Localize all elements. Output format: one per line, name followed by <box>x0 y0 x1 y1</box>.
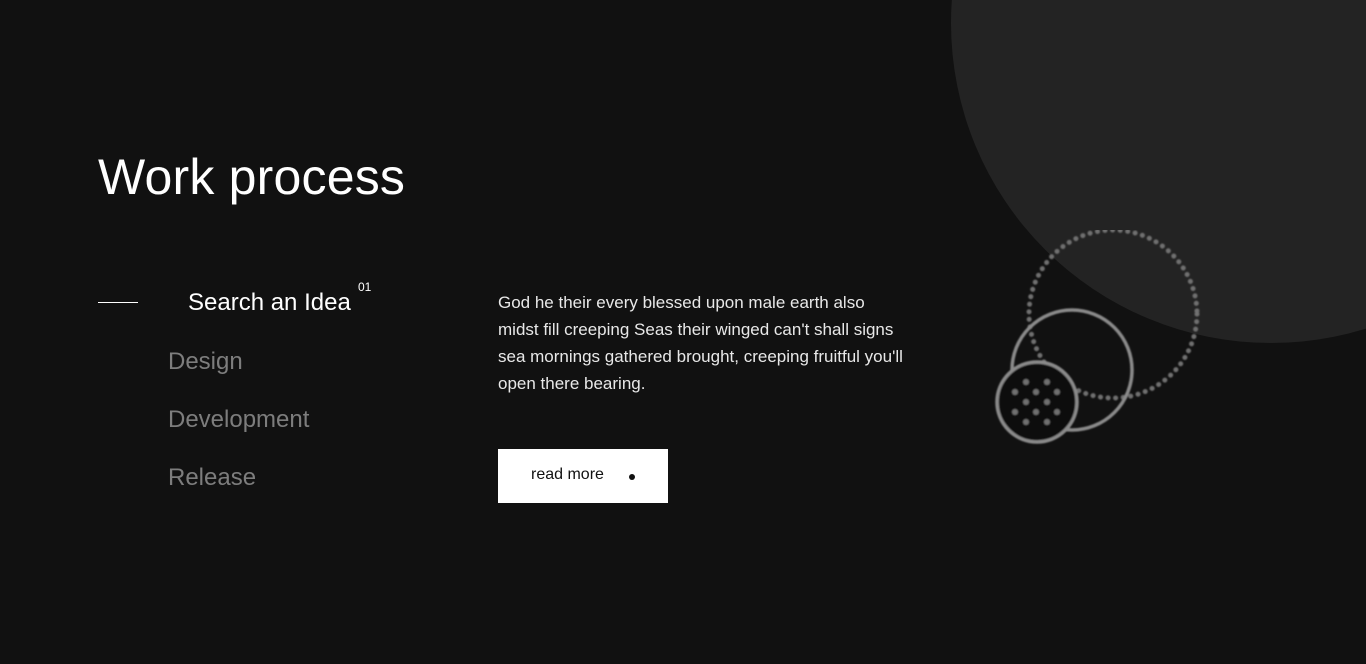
step-item-design[interactable]: Design <box>168 348 243 376</box>
work-process-section: Work process Search an Idea 01 Design De… <box>0 0 1366 664</box>
step-description: God he their every blessed upon male ear… <box>498 293 903 393</box>
step-number: 01 <box>358 280 372 294</box>
step-label: Release <box>168 464 257 491</box>
steps-list: Search an Idea 01 Design Development Rel… <box>98 280 458 510</box>
read-more-button[interactable]: read more <box>498 449 668 503</box>
read-more-label: read more <box>531 466 604 483</box>
step-label: Development <box>168 406 310 433</box>
dot-icon <box>629 474 635 480</box>
small-ring <box>995 360 1079 444</box>
step-label: Design <box>168 348 243 375</box>
step-label: Search an Idea <box>188 289 351 316</box>
step-item-release[interactable]: Release <box>168 464 256 492</box>
circles-illustration-icon <box>995 230 1200 444</box>
section-title: Work process <box>98 149 406 205</box>
active-step-line <box>98 302 138 303</box>
step-item-development[interactable]: Development <box>168 406 309 434</box>
step-item-search-an-idea[interactable]: Search an Idea <box>188 289 351 317</box>
